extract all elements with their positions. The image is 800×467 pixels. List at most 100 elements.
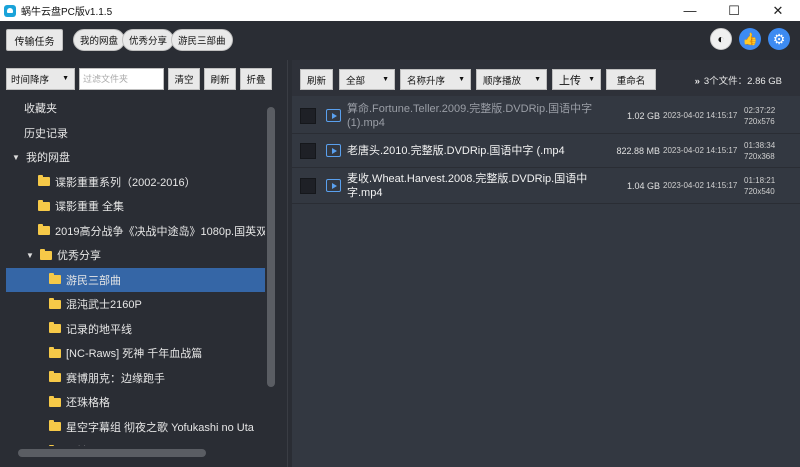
breadcrumb-item-current[interactable]: 游民三部曲 [171, 29, 233, 51]
file-row[interactable]: 麦收.Wheat.Harvest.2008.完整版.DVDRip.国语中字.mp… [292, 168, 800, 204]
file-size: 1.02 GB [626, 110, 660, 121]
file-meta: 01:18:21 720x540 [744, 175, 775, 197]
tree-item-label: 游民三部曲 [66, 274, 121, 287]
tree-item-folder[interactable]: 赛博朋克：边缘跑手 [6, 366, 265, 391]
tree-item-folder-selected[interactable]: 游民三部曲 [6, 267, 265, 292]
folder-icon [49, 371, 61, 383]
folder-icon [38, 175, 50, 187]
tree-item-folder[interactable]: 谍影重重系列（2002-2016） [6, 170, 265, 195]
folder-icon [49, 322, 61, 334]
refresh-files-button[interactable]: 刷新 [300, 69, 333, 90]
tree-item-my-drive[interactable]: ▼ 我的网盘 [6, 145, 265, 170]
sort-order-select[interactable]: 时间降序 ▼ [6, 68, 75, 90]
title-bar: 蜗牛云盘PC版v1.1.5 — ☐ ✕ [0, 0, 800, 21]
maximize-button[interactable]: ☐ [712, 0, 756, 21]
file-size: 1.04 GB [626, 180, 660, 191]
tree-item-label: 记录的地平线 [66, 323, 132, 336]
folder-icon [49, 273, 61, 285]
file-count-summary: » 3个文件：2.86 GB [695, 73, 782, 87]
tree-item-label: [NC-Raws] 死神 千年血战篇 [66, 348, 203, 361]
file-resolution: 720x540 [744, 186, 775, 196]
play-mode-select[interactable]: 顺序播放 ▼ [476, 69, 547, 90]
file-count-text: 3个文件：2.86 GB [703, 76, 782, 87]
chevron-down-icon: ▼ [458, 76, 465, 83]
minimize-button[interactable]: — [668, 0, 712, 21]
tree-item-label: 四姑 [66, 443, 88, 446]
vertical-scrollbar[interactable] [267, 107, 275, 387]
horizontal-scrollbar[interactable] [18, 449, 206, 457]
file-duration: 01:18:21 [744, 175, 776, 185]
file-filter-label: 全部 [346, 75, 366, 87]
chevron-down-icon: ▼ [62, 75, 69, 82]
breadcrumb: 我的网盘 优秀分享 游民三部曲 [73, 29, 233, 51]
tree-item-folder[interactable]: [NC-Raws] 死神 千年血战篇 [6, 341, 265, 366]
file-filter-select[interactable]: 全部 ▼ [339, 69, 395, 90]
rename-button[interactable]: 重命名 [606, 69, 656, 90]
file-resolution: 720x576 [744, 116, 775, 126]
tree-item-folder[interactable]: 谍影重重 全集 [6, 194, 265, 219]
main-toolbar: 传输任务 我的网盘 优秀分享 游民三部曲 ◐ 👍 ⚙ [0, 21, 800, 60]
expand-arrow-icon[interactable]: ▼ [12, 153, 22, 162]
thumbs-up-icon[interactable]: 👍 [739, 28, 761, 50]
tree-item-favorites[interactable]: 收藏夹 [6, 96, 265, 121]
tree-item-shares[interactable]: ▼ 优秀分享 [6, 243, 265, 268]
clear-button[interactable]: 清空 [168, 68, 200, 90]
tree-item-folder[interactable]: 星空字幕组 彻夜之歌 Yofukashi no Uta [6, 415, 265, 440]
tree-item-label: 谍影重重系列（2002-2016） [55, 176, 196, 189]
tree-item-label: 我的网盘 [26, 152, 70, 165]
gear-icon[interactable]: ⚙ [768, 28, 790, 50]
file-name: 麦收.Wheat.Harvest.2008.完整版.DVDRip.国语中字.mp… [347, 172, 588, 199]
folder-icon [38, 224, 50, 236]
file-panel: 刷新 全部 ▼ 名称升序 ▼ 顺序播放 ▼ 上传 ▼ 重命名 » 3个文件：2.8… [292, 60, 800, 467]
folder-icon [40, 248, 52, 260]
file-row[interactable]: 算命.Fortune.Teller.2009.完整版.DVDRip.国语中字(1… [292, 98, 800, 134]
file-checkbox[interactable] [300, 177, 316, 194]
file-date: 2023-04-02 14:15:17 [663, 111, 738, 120]
tree-item-folder[interactable]: 2019高分战争《决战中途岛》1080p.国英双语 [6, 219, 265, 244]
folder-icon [49, 395, 61, 407]
tree-item-label: 优秀分享 [57, 250, 101, 263]
panel-divider[interactable] [287, 60, 288, 467]
file-duration: 02:37:22 [744, 105, 776, 115]
video-file-icon [326, 179, 341, 192]
tree-item-folder[interactable]: 混沌武士2160P [6, 292, 265, 317]
tree-item-label: 赛博朋克：边缘跑手 [66, 372, 165, 385]
tree-item-folder[interactable]: 还珠格格 [6, 390, 265, 415]
breadcrumb-item-my-drive[interactable]: 我的网盘 [73, 29, 126, 51]
breadcrumb-item-shares[interactable]: 优秀分享 [122, 29, 175, 51]
double-chevron-right-icon: » [694, 76, 700, 87]
upload-button[interactable]: 上传 ▼ [552, 69, 601, 90]
file-checkbox[interactable] [300, 142, 316, 159]
folder-filter-input[interactable] [79, 68, 164, 90]
file-date: 2023-04-02 14:15:17 [663, 146, 738, 155]
tree-item-folder[interactable]: 四姑 [6, 439, 265, 446]
file-row[interactable]: 老唐头.2010.完整版.DVDRip.国语中字 (.mp4 822.88 MB… [292, 134, 800, 168]
tree-item-label: 谍影重重 全集 [55, 201, 125, 214]
file-meta: 02:37:22 720x576 [744, 105, 775, 127]
close-button[interactable]: ✕ [756, 0, 800, 21]
tree-item-label: 混沌武士2160P [66, 299, 142, 312]
chevron-down-icon: ▼ [588, 76, 595, 83]
tree-item-label: 还珠格格 [66, 397, 110, 410]
folder-icon [49, 297, 61, 309]
tree-item-label: 收藏夹 [24, 103, 57, 116]
collapse-button[interactable]: 折叠 [240, 68, 272, 90]
file-resolution: 720x368 [744, 151, 775, 161]
file-checkbox[interactable] [300, 107, 316, 124]
user-avatar-icon[interactable]: ◐ [710, 28, 732, 50]
file-name: 算命.Fortune.Teller.2009.完整版.DVDRip.国语中字(1… [347, 102, 593, 129]
expand-arrow-icon[interactable]: ▼ [26, 251, 36, 260]
name-sort-label: 名称升序 [407, 75, 446, 87]
folder-panel: 时间降序 ▼ 清空 刷新 折叠 收藏夹 历史记录 ▼ 我的网盘 谍影重重系列（2… [0, 60, 285, 467]
tree-item-history[interactable]: 历史记录 [6, 121, 265, 146]
name-sort-select[interactable]: 名称升序 ▼ [400, 69, 471, 90]
folder-icon [38, 199, 50, 211]
upload-label: 上传 [559, 74, 581, 87]
tree-item-label: 星空字幕组 彻夜之歌 Yofukashi no Uta [66, 421, 254, 434]
transfer-tasks-button[interactable]: 传输任务 [6, 29, 63, 51]
tree-item-folder[interactable]: 记录的地平线 [6, 317, 265, 342]
chevron-down-icon: ▼ [382, 76, 389, 83]
tree-item-label: 2019高分战争《决战中途岛》1080p.国英双语 [55, 225, 265, 238]
refresh-tree-button[interactable]: 刷新 [204, 68, 236, 90]
tree-item-label: 历史记录 [24, 127, 68, 140]
